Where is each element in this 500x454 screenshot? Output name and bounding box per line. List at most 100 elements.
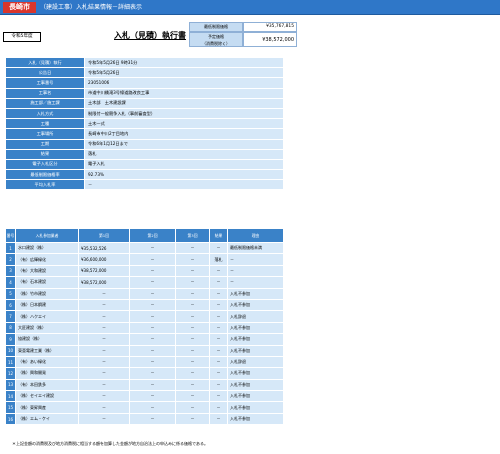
info-row: 入札方式 制限付一般競争入札（事前審査型） xyxy=(5,107,284,120)
info-value: 令和5年5月26日 9時31分 xyxy=(84,56,284,69)
info-value: 92.73% xyxy=(84,169,284,181)
round2-amount: － xyxy=(129,264,176,278)
round2-amount: － xyxy=(129,276,176,289)
min-price-row: 最低制限価格 ¥35,767,815 xyxy=(189,22,297,32)
round3-amount: － xyxy=(175,412,210,426)
bidder-row: 13 （有）本田鉄多－－－－入札不参加 xyxy=(5,378,284,392)
bidder-name: （株）ハクエイ xyxy=(15,310,79,323)
bidder-name: 東亜電建工業（株） xyxy=(15,344,79,357)
bidder-name: （株）興和開発 xyxy=(15,367,79,380)
bidder-name: （株）竹市建設 xyxy=(15,287,79,300)
bid-reason: 入札不参加 xyxy=(227,401,284,414)
round1-amount: ¥35,532,526 xyxy=(78,241,130,255)
bid-number: 15 xyxy=(5,401,16,414)
bid-reason: 入札辞退 xyxy=(227,310,284,323)
bid-number: 11 xyxy=(5,355,16,369)
round3-amount: － xyxy=(175,287,210,300)
col-round3-header: 第3回 xyxy=(175,228,210,243)
bidder-row: 1 水口建設（株） ¥35,532,526 －－－最低制限価格未満 xyxy=(5,241,284,255)
info-label: 公告日 xyxy=(5,67,85,79)
bid-result: － xyxy=(209,298,228,312)
round3-amount: － xyxy=(175,253,210,266)
bid-result: － xyxy=(209,367,228,380)
round2-amount: － xyxy=(129,253,176,266)
info-value: 土木部 土木建設課 xyxy=(84,97,284,109)
info-row: 工事番号 23051006 xyxy=(5,77,284,89)
bidders-table: 番号 入札参加業者 第1回 第2回 第3回 結果 理由 1 水口建設（株） ¥35,… xyxy=(5,228,284,426)
round2-amount: － xyxy=(129,412,176,426)
header-bar: 長崎市 （建設工事）入札結果情報－詳細表示 xyxy=(0,0,500,15)
info-row: 電子入札区分 電子入札 xyxy=(5,158,284,171)
bid-reason: 入札不参加 xyxy=(227,344,284,357)
bidder-name: （株）エム・ケイ xyxy=(15,412,79,426)
round2-amount: － xyxy=(129,333,176,346)
bid-reason: 入札不参加 xyxy=(227,390,284,403)
bidder-row: 9 協建設（株）－－－－入札不参加 xyxy=(5,333,284,346)
bid-number: 7 xyxy=(5,310,16,323)
bid-reason: 入札不参加 xyxy=(227,287,284,300)
col-reason-header: 理由 xyxy=(227,228,284,243)
bidder-row: 14 （株）セイエイ建設－－－－入札不参加 xyxy=(5,390,284,403)
estimated-price-row: 予定価格 （消費税除く） ¥38,572,000 xyxy=(189,32,297,47)
bid-reason: 入札不参加 xyxy=(227,333,284,346)
info-value: 土木一式 xyxy=(84,118,284,130)
round3-amount: － xyxy=(175,321,210,335)
round3-amount: － xyxy=(175,264,210,278)
round1-amount: － xyxy=(78,355,130,369)
bid-number: 3 xyxy=(5,264,16,278)
round1-amount: － xyxy=(78,298,130,312)
info-value: 市道中川橋滝3号線道路改良工事 xyxy=(84,87,284,99)
bid-result: － xyxy=(209,264,228,278)
bidder-name: （株）東昇興産 xyxy=(15,401,79,414)
info-row: 工事名 市道中川橋滝3号線道路改良工事 xyxy=(5,87,284,99)
bid-number: 4 xyxy=(5,276,16,289)
round1-amount: － xyxy=(78,412,130,426)
round3-amount: － xyxy=(175,241,210,255)
bid-number: 5 xyxy=(5,287,16,300)
bid-number: 6 xyxy=(5,298,16,312)
info-value: 23051006 xyxy=(84,77,284,89)
bidder-name: （有）大和建設 xyxy=(15,264,79,278)
round1-amount: － xyxy=(78,401,130,414)
info-row: 結果 落札 xyxy=(5,148,284,160)
price-summary: 最低制限価格 ¥35,767,815 予定価格 （消費税除く） ¥38,572,… xyxy=(189,22,297,47)
info-row: 施工部／施工課 土木部 土木建設課 xyxy=(5,97,284,109)
bidder-name: （有）石本建設 xyxy=(15,276,79,289)
info-label: 工事場所 xyxy=(5,128,85,140)
info-label: 最低制限価格率 xyxy=(5,169,85,181)
bid-result: － xyxy=(209,401,228,414)
bidder-name: （株）セイエイ建設 xyxy=(15,390,79,403)
round1-amount: ¥36,600,000 xyxy=(78,253,130,266)
col-name-header: 入札参加業者 xyxy=(15,228,79,243)
bidder-name: （有）広輝緑化 xyxy=(15,253,79,266)
fiscal-year-box: 令和5年度 xyxy=(3,32,41,42)
info-row: 工事場所 長崎市中川2丁目地内 xyxy=(5,128,284,140)
bidder-row: 3 （有）大和建設 ¥38,572,000 －－－－ xyxy=(5,264,284,278)
bidder-name: （有）あい緑化 xyxy=(15,355,79,369)
bid-number: 14 xyxy=(5,390,16,403)
bid-result: － xyxy=(209,287,228,300)
round1-amount: － xyxy=(78,321,130,335)
bid-reason: 入札辞退 xyxy=(227,355,284,369)
estimated-price-label: 予定価格 （消費税除く） xyxy=(189,32,243,47)
col-round1-header: 第1回 xyxy=(78,228,130,243)
bid-reason: 入札不参加 xyxy=(227,367,284,380)
bid-result: － xyxy=(209,310,228,323)
footnote: ＊上記金額の消費税及び地方消費税に相当する額を加算した金額が地方自治法上の申込み… xyxy=(12,441,208,446)
header-title: （建設工事）入札結果情報－詳細表示 xyxy=(40,4,143,11)
bidder-row: 5 （株）竹市建設－－－－入札不参加 xyxy=(5,287,284,300)
info-row: 入札（見積）執行 令和5年5月26日 9時31分 xyxy=(5,56,284,69)
info-label: 電子入札区分 xyxy=(5,158,85,171)
round2-amount: － xyxy=(129,401,176,414)
round3-amount: － xyxy=(175,310,210,323)
round1-amount: － xyxy=(78,367,130,380)
info-label: 入札方式 xyxy=(5,107,85,120)
city-badge: 長崎市 xyxy=(3,2,36,13)
round1-amount: － xyxy=(78,287,130,300)
bid-result: － xyxy=(209,355,228,369)
info-value: 落札 xyxy=(84,148,284,160)
info-label: 工事番号 xyxy=(5,77,85,89)
info-row: 最低制限価格率 92.73% xyxy=(5,169,284,181)
bidder-row: 15 （株）東昇興産－－－－入札不参加 xyxy=(5,401,284,414)
page-title: 入札（見積）執行書 xyxy=(114,31,186,40)
